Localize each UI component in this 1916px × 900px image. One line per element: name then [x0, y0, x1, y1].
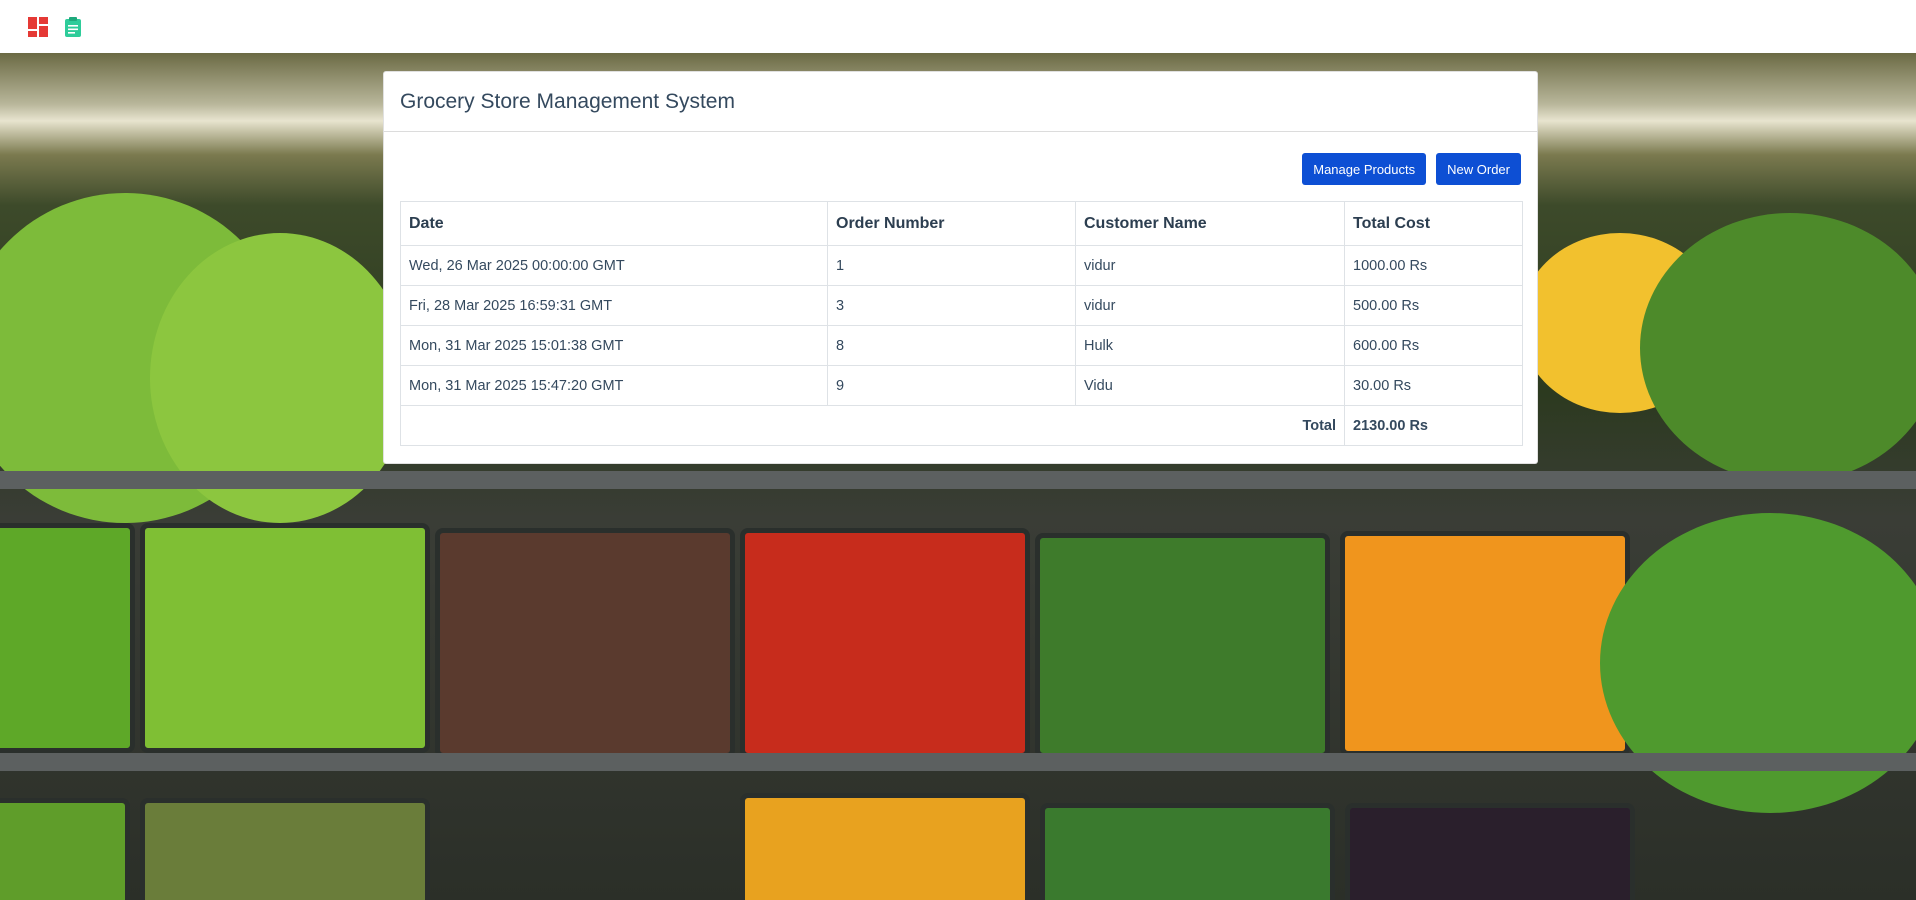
top-navbar [0, 0, 1916, 53]
clipboard-icon[interactable] [62, 16, 84, 38]
table-row: Mon, 31 Mar 2025 15:01:38 GMT 8 Hulk 600… [400, 325, 1523, 366]
column-header-order-number: Order Number [827, 201, 1076, 246]
cell-order-number: 3 [827, 285, 1076, 326]
cell-order-number: 9 [827, 365, 1076, 406]
table-total-row: Total 2130.00 Rs [400, 405, 1523, 446]
table-row: Fri, 28 Mar 2025 16:59:31 GMT 3 vidur 50… [400, 285, 1523, 326]
orders-table: Date Order Number Customer Name Total Co… [400, 201, 1523, 446]
cell-date: Wed, 26 Mar 2025 00:00:00 GMT [400, 245, 828, 286]
cell-customer-name: vidur [1075, 285, 1345, 326]
cell-customer-name: Hulk [1075, 325, 1345, 366]
cell-date: Mon, 31 Mar 2025 15:47:20 GMT [400, 365, 828, 406]
cell-order-number: 8 [827, 325, 1076, 366]
total-value: 2130.00 Rs [1344, 405, 1523, 446]
cell-total-cost: 1000.00 Rs [1344, 245, 1523, 286]
table-header-row: Date Order Number Customer Name Total Co… [400, 201, 1523, 246]
page-title: Grocery Store Management System [400, 89, 735, 113]
cell-customer-name: Vidu [1075, 365, 1345, 406]
cell-total-cost: 600.00 Rs [1344, 325, 1523, 366]
table-row: Mon, 31 Mar 2025 15:47:20 GMT 9 Vidu 30.… [400, 365, 1523, 406]
cell-order-number: 1 [827, 245, 1076, 286]
column-header-total-cost: Total Cost [1344, 201, 1523, 246]
orders-card: Grocery Store Management System Manage P… [383, 71, 1538, 464]
column-header-date: Date [400, 201, 828, 246]
cell-date: Mon, 31 Mar 2025 15:01:38 GMT [400, 325, 828, 366]
new-order-button[interactable]: New Order [1436, 153, 1521, 185]
total-label: Total [400, 405, 1345, 446]
manage-products-button[interactable]: Manage Products [1302, 153, 1427, 185]
cell-total-cost: 500.00 Rs [1344, 285, 1523, 326]
cell-date: Fri, 28 Mar 2025 16:59:31 GMT [400, 285, 828, 326]
dashboard-grid-icon[interactable] [27, 16, 49, 38]
cell-customer-name: vidur [1075, 245, 1345, 286]
card-header: Grocery Store Management System [384, 72, 1537, 132]
column-header-customer-name: Customer Name [1075, 201, 1345, 246]
table-row: Wed, 26 Mar 2025 00:00:00 GMT 1 vidur 10… [400, 245, 1523, 286]
action-buttons: Manage Products New Order [384, 132, 1537, 201]
cell-total-cost: 30.00 Rs [1344, 365, 1523, 406]
